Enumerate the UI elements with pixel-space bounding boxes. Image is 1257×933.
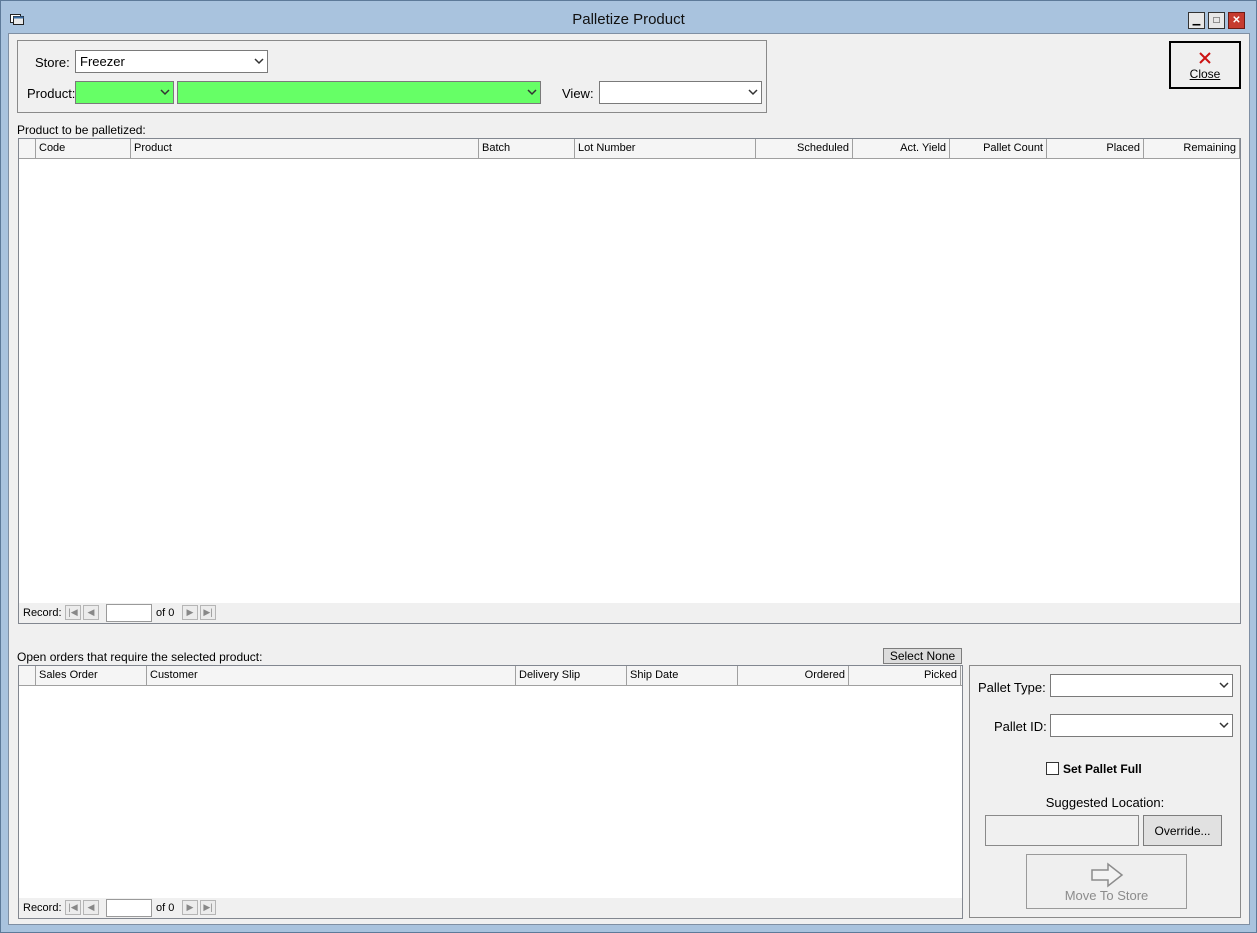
move-to-store-button[interactable]: Move To Store: [1026, 854, 1187, 909]
suggested-location-field: [985, 815, 1139, 846]
chevron-down-icon: [527, 89, 537, 96]
red-x-icon: [1199, 51, 1211, 64]
record-count: of 0: [156, 607, 175, 619]
set-pallet-full-checkbox[interactable]: [1046, 762, 1059, 775]
product-label: Product:: [27, 86, 76, 101]
right-arrow-icon: [1090, 862, 1123, 888]
prev-record-button[interactable]: ◀: [83, 605, 99, 620]
record-number-input[interactable]: [106, 604, 152, 622]
maximize-icon: □: [1213, 15, 1220, 26]
first-record-button[interactable]: |◀: [65, 605, 81, 620]
view-label: View:: [562, 86, 594, 101]
title-bar[interactable]: Palletize Product ▁ □ ✕: [1, 1, 1256, 33]
maximize-button[interactable]: □: [1208, 12, 1225, 29]
pallet-panel: Pallet Type: Pallet ID: Set Pallet Full …: [969, 665, 1241, 918]
filter-group: Store: Freezer Product: View:: [17, 40, 767, 113]
chevron-down-icon: [1219, 722, 1229, 729]
prev-record-button[interactable]: ◀: [83, 900, 99, 915]
chevron-down-icon: [254, 58, 264, 65]
pallet-id-label: Pallet ID:: [994, 719, 1047, 734]
view-select[interactable]: [599, 81, 762, 104]
select-none-button[interactable]: Select None: [883, 648, 962, 664]
column-header-sales-order[interactable]: Sales Order: [36, 666, 147, 686]
products-grid-header: Code Product Batch Lot Number Scheduled Act. …: [19, 139, 1240, 159]
pallet-type-label: Pallet Type:: [978, 680, 1046, 695]
column-header-pallet-count[interactable]: Pallet Count: [950, 139, 1047, 159]
column-header-batch[interactable]: Batch: [479, 139, 575, 159]
products-grid-caption: Product to be palletized:: [17, 123, 146, 137]
app-window: Palletize Product ▁ □ ✕ Store: Freezer P…: [0, 0, 1257, 933]
window-close-button[interactable]: ✕: [1228, 12, 1245, 29]
products-record-nav: Record: |◀ ◀ of 0 ▶ ▶|: [19, 603, 1240, 623]
first-record-button[interactable]: |◀: [65, 900, 81, 915]
close-button-label: Close: [1189, 66, 1221, 81]
next-record-button[interactable]: ▶: [182, 605, 198, 620]
close-icon: ✕: [1232, 15, 1241, 26]
override-button-label: Override...: [1154, 823, 1211, 838]
chevron-down-icon: [160, 89, 170, 96]
orders-grid-caption: Open orders that require the selected pr…: [17, 650, 263, 664]
suggested-location-label: Suggested Location:: [1045, 795, 1165, 810]
move-to-store-label: Move To Store: [1064, 888, 1149, 903]
next-record-button[interactable]: ▶: [182, 900, 198, 915]
chevron-down-icon: [1219, 682, 1229, 689]
override-button[interactable]: Override...: [1143, 815, 1222, 846]
column-header-delivery-slip[interactable]: Delivery Slip: [516, 666, 627, 686]
last-record-button[interactable]: ▶|: [200, 900, 216, 915]
column-header-product[interactable]: Product: [131, 139, 479, 159]
column-header-ship-date[interactable]: Ship Date: [627, 666, 738, 686]
column-header-scheduled[interactable]: Scheduled: [756, 139, 853, 159]
client-area: Store: Freezer Product: View: Close Prod…: [8, 33, 1250, 925]
column-header-customer[interactable]: Customer: [147, 666, 516, 686]
last-record-button[interactable]: ▶|: [200, 605, 216, 620]
select-none-label: Select None: [889, 649, 956, 663]
column-header-placed[interactable]: Placed: [1047, 139, 1144, 159]
orders-grid-header: Sales Order Customer Delivery Slip Ship Dat…: [19, 666, 962, 686]
pallet-type-select[interactable]: [1050, 674, 1233, 697]
store-select[interactable]: Freezer: [75, 50, 268, 73]
window-title: Palletize Product: [572, 11, 685, 28]
chevron-down-icon: [748, 89, 758, 96]
column-header-lot-number[interactable]: Lot Number: [575, 139, 756, 159]
column-header-picked[interactable]: Picked: [849, 666, 961, 686]
product-code-select[interactable]: [75, 81, 174, 104]
minimize-icon: ▁: [1192, 15, 1201, 26]
column-header-ordered[interactable]: Ordered: [738, 666, 849, 686]
product-name-select[interactable]: [177, 81, 541, 104]
products-grid[interactable]: Code Product Batch Lot Number Scheduled Act. …: [18, 138, 1241, 624]
store-value: Freezer: [80, 54, 125, 69]
minimize-button[interactable]: ▁: [1188, 12, 1205, 29]
column-header-remaining[interactable]: Remaining: [1144, 139, 1240, 159]
column-header-code[interactable]: Code: [36, 139, 131, 159]
record-label: Record:: [23, 607, 62, 619]
record-number-input[interactable]: [106, 899, 152, 917]
close-button[interactable]: Close: [1169, 41, 1241, 89]
record-count: of 0: [156, 902, 175, 914]
orders-grid[interactable]: Sales Order Customer Delivery Slip Ship Dat…: [18, 665, 963, 919]
set-pallet-full-label[interactable]: Set Pallet Full: [1063, 762, 1142, 776]
orders-record-nav: Record: |◀ ◀ of 0 ▶ ▶|: [19, 898, 962, 918]
pallet-id-select[interactable]: [1050, 714, 1233, 737]
row-selector-header: [19, 139, 36, 159]
row-selector-header: [19, 666, 36, 686]
record-label: Record:: [23, 902, 62, 914]
store-label: Store:: [35, 55, 70, 70]
column-header-act-yield[interactable]: Act. Yield: [853, 139, 950, 159]
